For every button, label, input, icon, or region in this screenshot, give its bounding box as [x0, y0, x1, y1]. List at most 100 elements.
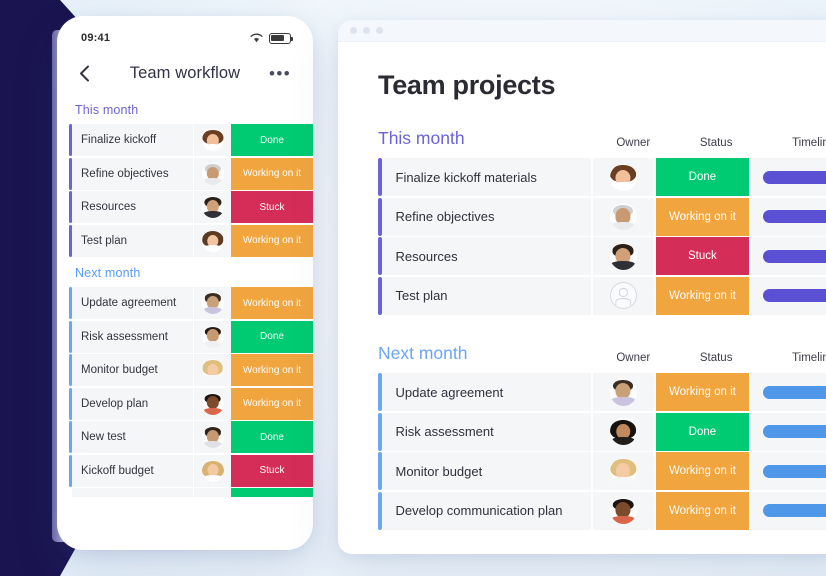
status-badge[interactable]: Working on it — [653, 491, 749, 530]
task-name: Develop plan — [72, 387, 193, 420]
avatar[interactable] — [609, 418, 637, 445]
avatar[interactable] — [609, 457, 637, 485]
task-name: Update agreement — [72, 287, 193, 319]
status-badge[interactable]: Done — [653, 158, 749, 196]
column-header-owner: Owner — [616, 352, 651, 364]
status-badge[interactable]: Stuck — [231, 454, 313, 487]
timeline-cell[interactable] — [749, 158, 826, 196]
table-row[interactable]: Monitor budget Working on it — [57, 354, 313, 386]
table-row[interactable]: Resources Stuck — [378, 237, 826, 275]
status-badge[interactable]: Working on it — [653, 452, 749, 490]
table-row[interactable]: Finalize kickoff Done — [57, 124, 313, 156]
avatar[interactable] — [201, 459, 224, 482]
status-badge[interactable]: Stuck — [653, 237, 749, 275]
owner-cell[interactable] — [590, 237, 654, 275]
owner-cell[interactable] — [193, 157, 231, 190]
status-badge[interactable]: Done — [231, 124, 313, 156]
status-badge[interactable]: Done — [653, 412, 749, 451]
status-badge[interactable]: Done — [231, 421, 313, 453]
avatar[interactable] — [201, 162, 224, 185]
status-bar-clock: 09:41 — [81, 32, 111, 44]
column-header-timeline: Timeline — [792, 137, 826, 149]
table-row[interactable]: Test plan Working on it — [378, 276, 826, 315]
window-maximize-dot[interactable] — [376, 27, 383, 34]
table-row[interactable]: Update agreement Working on it — [57, 287, 313, 319]
ellipsis-icon[interactable]: ••• — [269, 65, 291, 82]
table-row[interactable]: New test Done — [57, 421, 313, 453]
owner-cell[interactable] — [193, 124, 231, 156]
table-row[interactable]: Finalize kickoff materials Done — [378, 158, 826, 196]
avatar[interactable] — [201, 229, 224, 252]
status-badge[interactable]: Working on it — [653, 373, 749, 411]
owner-cell[interactable] — [590, 452, 654, 490]
table-row[interactable]: Develop plan Working on it — [57, 387, 313, 420]
section-header: Next month Owner Status Timeline — [378, 342, 826, 364]
status-badge[interactable]: Working on it — [653, 197, 749, 236]
timeline-bar — [763, 425, 826, 438]
table-row[interactable]: Monitor budget Working on it — [378, 452, 826, 490]
status-badge[interactable]: Working on it — [653, 276, 749, 315]
timeline-bar — [763, 385, 826, 399]
owner-cell[interactable] — [590, 158, 654, 196]
chevron-left-icon[interactable] — [79, 65, 101, 82]
table-row[interactable]: Resources Stuck — [57, 191, 313, 223]
status-badge[interactable]: Working on it — [231, 354, 313, 386]
owner-cell[interactable] — [193, 191, 231, 223]
table-row[interactable]: Refine objectives Working on it — [57, 157, 313, 190]
owner-cell[interactable] — [590, 197, 654, 236]
window-close-dot[interactable] — [350, 27, 357, 34]
desktop-window: Team projects This month Owner Status Timel… — [338, 20, 826, 554]
owner-cell[interactable] — [590, 276, 654, 315]
status-badge[interactable]: Working on it — [231, 287, 313, 319]
timeline-cell[interactable] — [749, 373, 826, 411]
owner-cell[interactable] — [193, 421, 231, 453]
task-name: Test plan — [381, 276, 591, 315]
table-row[interactable]: Risk assessment Done — [57, 320, 313, 353]
avatar-placeholder[interactable] — [609, 282, 637, 309]
avatar[interactable] — [201, 392, 224, 415]
task-name: Monitor budget — [72, 354, 193, 386]
avatar[interactable] — [609, 497, 637, 524]
avatar[interactable] — [201, 359, 224, 381]
avatar[interactable] — [609, 242, 637, 270]
table-row[interactable]: Develop communication plan Working on it — [378, 491, 826, 530]
table-row[interactable]: Update agreement Working on it — [378, 373, 826, 411]
table-row[interactable]: Kickoff budget Stuck — [57, 454, 313, 487]
avatar[interactable] — [201, 129, 224, 151]
status-badge[interactable]: Done — [231, 320, 313, 353]
owner-cell[interactable] — [193, 387, 231, 420]
timeline-cell[interactable] — [749, 452, 826, 490]
table-row[interactable]: Test plan Working on it — [57, 224, 313, 257]
window-minimize-dot[interactable] — [363, 27, 370, 34]
table-row[interactable]: Risk assessment Done — [378, 412, 826, 451]
owner-cell[interactable] — [193, 454, 231, 487]
timeline-cell[interactable] — [749, 197, 826, 236]
owner-cell[interactable] — [193, 224, 231, 257]
owner-cell[interactable] — [193, 287, 231, 319]
owner-cell[interactable] — [590, 373, 654, 411]
status-badge[interactable]: Stuck — [231, 191, 313, 223]
avatar[interactable] — [201, 325, 224, 348]
status-badge[interactable]: Working on it — [231, 224, 313, 257]
avatar[interactable] — [201, 292, 224, 314]
timeline-cell[interactable] — [749, 491, 826, 530]
avatar[interactable] — [609, 203, 637, 230]
task-name: New test — [72, 421, 193, 453]
timeline-cell[interactable] — [749, 412, 826, 451]
avatar[interactable] — [201, 426, 224, 448]
owner-cell[interactable] — [193, 320, 231, 353]
timeline-cell[interactable] — [749, 237, 826, 275]
timeline-cell[interactable] — [749, 276, 826, 315]
owner-cell[interactable] — [590, 412, 654, 451]
owner-cell[interactable] — [193, 354, 231, 386]
avatar[interactable] — [201, 196, 224, 218]
owner-cell[interactable] — [590, 491, 654, 530]
table-row[interactable]: Refine objectives Working on it — [378, 197, 826, 236]
status-badge[interactable]: Working on it — [231, 157, 313, 190]
status-badge[interactable]: Working on it — [231, 387, 313, 420]
avatar[interactable] — [609, 378, 637, 406]
task-name: Develop communication plan — [381, 491, 591, 530]
avatar[interactable] — [609, 163, 637, 191]
column-header-status: Status — [699, 137, 733, 149]
